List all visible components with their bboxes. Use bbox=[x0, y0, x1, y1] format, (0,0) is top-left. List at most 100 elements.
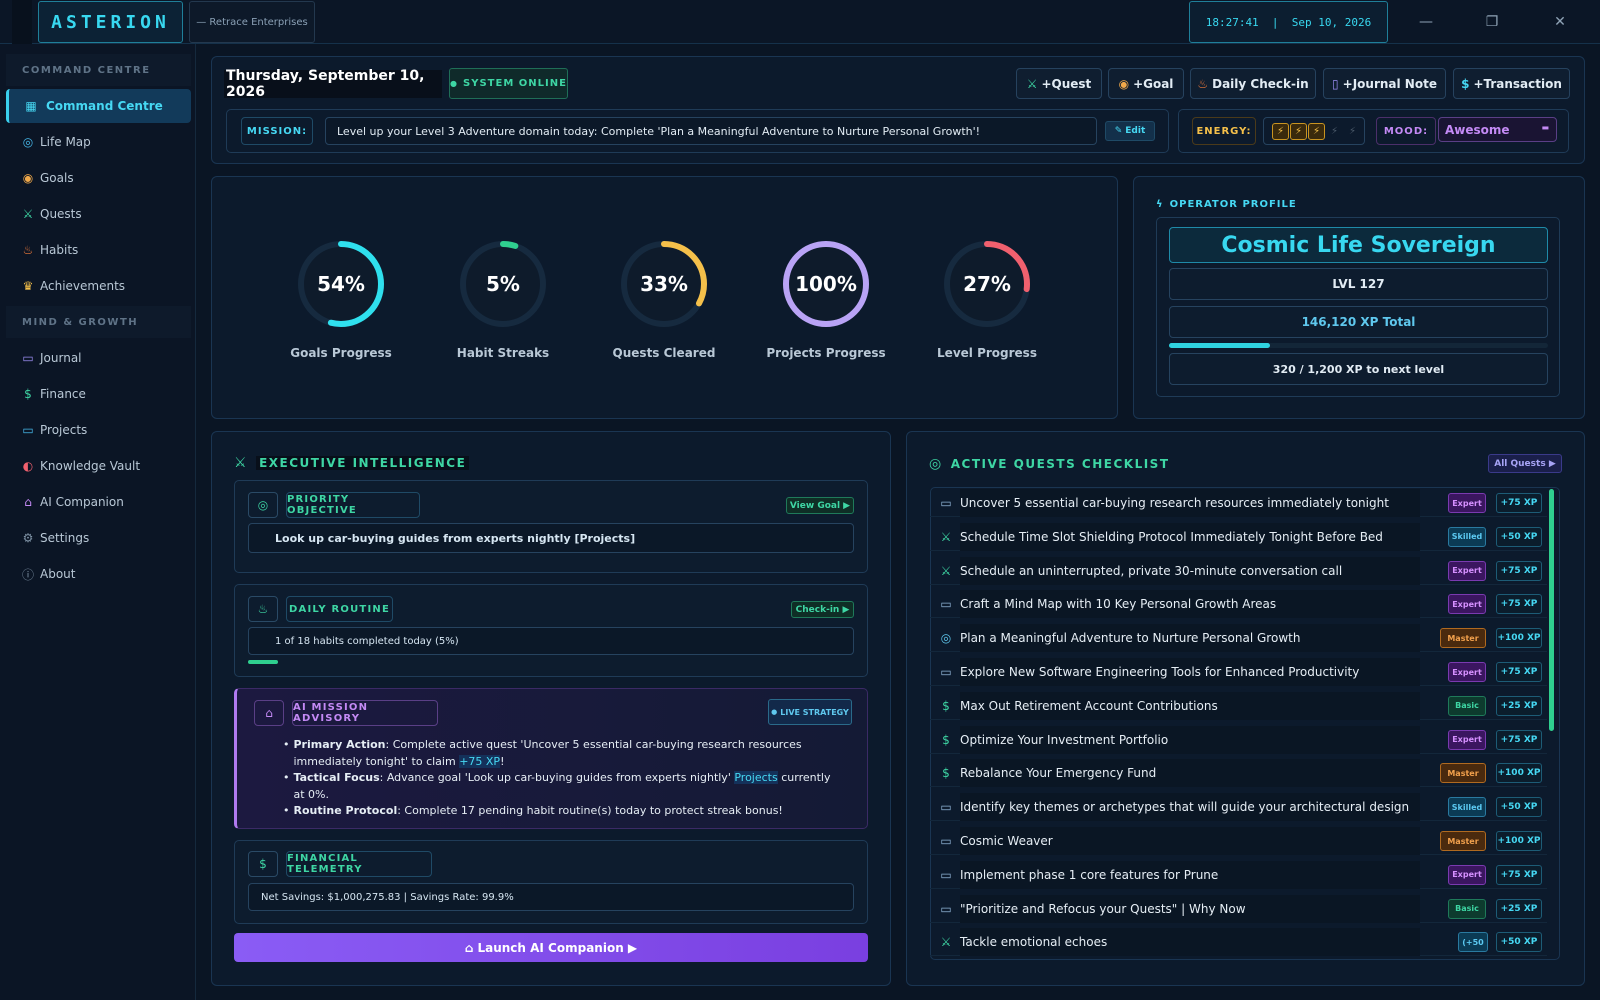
quest-row[interactable]: ◎ Plan a Meaningful Adventure to Nurture … bbox=[930, 624, 1547, 653]
dollar-icon: $ bbox=[942, 698, 950, 713]
quest-row[interactable]: ▭ Craft a Mind Map with 10 Key Personal G… bbox=[930, 590, 1547, 619]
swords-icon: ⚔ bbox=[940, 935, 952, 950]
energy-bolt-icon[interactable]: ⚡ bbox=[1326, 123, 1343, 140]
ring-value: 54% bbox=[317, 272, 365, 296]
ai-mission-advisory-label: AI MISSION ADVISORY bbox=[292, 700, 438, 726]
sidebar-item-achievements[interactable]: ♛ Achievements bbox=[6, 269, 191, 303]
bullet-end: ! bbox=[500, 754, 505, 768]
quest-row[interactable]: ▭ Implement phase 1 core features for Pru… bbox=[930, 860, 1547, 889]
advisory-bullet-2: • Tactical Focus: Advance goal 'Look up … bbox=[283, 770, 843, 803]
quest-title: Implement phase 1 core features for Prun… bbox=[960, 860, 1420, 889]
bolt-icon: ϟ bbox=[1156, 198, 1164, 210]
daily-routine-text: 1 of 18 habits completed today (5%) bbox=[248, 627, 854, 655]
sidebar-item-quests[interactable]: ⚔ Quests bbox=[6, 197, 191, 231]
bot-icon: ⌂ bbox=[24, 495, 32, 509]
quest-xp-badge: +25 XP bbox=[1496, 898, 1542, 919]
quest-difficulty-badge: Master bbox=[1440, 763, 1486, 784]
target-icon: ◎ bbox=[248, 492, 278, 518]
quest-row[interactable]: ⚔ Schedule Time Slot Shielding Protocol I… bbox=[930, 522, 1547, 551]
energy-bolt-icon[interactable]: ⚡ bbox=[1308, 123, 1325, 140]
quest-row[interactable]: ▭ Cosmic Weaver Master +100 XP bbox=[930, 827, 1547, 855]
quest-row[interactable]: ▭ Explore New Software Engineering Tools … bbox=[930, 658, 1547, 686]
quest-difficulty-badge: Basic bbox=[1448, 695, 1486, 716]
edit-mission-button[interactable]: ✎ Edit bbox=[1105, 121, 1155, 141]
sidebar-item-label: Habits bbox=[40, 243, 79, 257]
sidebar-item-habits[interactable]: ♨ Habits bbox=[6, 233, 191, 267]
quest-xp-badge: +50 XP bbox=[1496, 797, 1542, 818]
quest-xp-badge: +100 XP bbox=[1496, 763, 1542, 784]
sidebar-item-journal[interactable]: ▭ Journal bbox=[6, 341, 191, 375]
quest-row[interactable]: ⚔ Tackle emotional echoes (+50 +50 XP bbox=[930, 928, 1547, 957]
sidebar-item-projects[interactable]: ▭ Projects bbox=[6, 413, 191, 447]
sidebar-item-ai-companion[interactable]: ⌂ AI Companion bbox=[6, 485, 191, 519]
folder-icon: ▭ bbox=[22, 423, 34, 437]
book-icon: ▭ bbox=[22, 351, 34, 365]
executive-intelligence-heading: ⚔ EXECUTIVE INTELLIGENCE bbox=[234, 453, 470, 473]
add-goal-button[interactable]: ◉ +Goal bbox=[1108, 68, 1184, 99]
bullet-icon: • bbox=[283, 804, 290, 817]
quest-row[interactable]: ▭ Uncover 5 essential car-buying research… bbox=[930, 489, 1547, 517]
profile-heading-label: OPERATOR PROFILE bbox=[1169, 198, 1297, 210]
compass-icon: ◎ bbox=[22, 135, 34, 149]
add-transaction-button[interactable]: $ +Transaction bbox=[1453, 68, 1570, 99]
restore-icon[interactable]: ❐ bbox=[1480, 10, 1504, 34]
launch-ai-companion-button[interactable]: ⌂ Launch AI Companion ▶ bbox=[234, 933, 868, 962]
dollar-icon: $ bbox=[248, 851, 278, 877]
sidebar-item-label: Settings bbox=[40, 531, 90, 545]
folder-icon: ▭ bbox=[940, 597, 952, 612]
energy-bolt-icon[interactable]: ⚡ bbox=[1290, 123, 1307, 140]
quest-title: Identify key themes or archetypes that w… bbox=[960, 793, 1420, 822]
mood-select[interactable]: Awesome ▬ bbox=[1438, 117, 1557, 142]
swords-icon: ⚔ bbox=[22, 207, 34, 221]
mission-text[interactable]: Level up your Level 3 Adventure domain t… bbox=[325, 117, 1097, 145]
quest-difficulty-badge: Expert bbox=[1448, 560, 1486, 581]
quests-scrollbar[interactable] bbox=[1549, 489, 1554, 731]
quest-title: Tackle emotional echoes bbox=[960, 928, 1420, 957]
dollar-icon: $ bbox=[24, 387, 32, 401]
check-in-button[interactable]: Check-in ▶ bbox=[791, 601, 854, 618]
journal-note-button[interactable]: ▯ +Journal Note bbox=[1323, 68, 1446, 99]
folder-icon: ▭ bbox=[940, 800, 952, 815]
bullet-bold: Routine Protocol bbox=[293, 804, 398, 817]
all-quests-button[interactable]: All Quests ▶ bbox=[1488, 454, 1562, 473]
mission-label: MISSION: bbox=[241, 117, 313, 145]
sidebar-item-finance[interactable]: $ Finance bbox=[6, 377, 191, 411]
status-dot-icon: ● bbox=[450, 79, 459, 88]
close-icon[interactable]: ✕ bbox=[1548, 10, 1572, 34]
active-quests-heading: ◎ ACTIVE QUESTS CHECKLIST bbox=[929, 454, 1170, 474]
view-goal-button[interactable]: View Goal ▶ bbox=[786, 497, 854, 514]
quest-row[interactable]: ⚔ Schedule an uninterrupted, private 30-m… bbox=[930, 556, 1547, 585]
sidebar-item-life-map[interactable]: ◎ Life Map bbox=[6, 125, 191, 159]
bullet-bold: Tactical Focus bbox=[293, 771, 380, 784]
sidebar-item-settings[interactable]: ⚙ Settings bbox=[6, 521, 191, 555]
add-quest-button[interactable]: ⚔ +Quest bbox=[1016, 68, 1102, 99]
edit-icon: ✎ bbox=[1114, 126, 1123, 136]
energy-label: ENERGY: bbox=[1192, 117, 1256, 145]
quest-row[interactable]: $ Max Out Retirement Account Contribution… bbox=[930, 691, 1547, 720]
quest-title: Rebalance Your Emergency Fund bbox=[960, 759, 1420, 788]
advisory-bullets: • Primary Action: Complete active quest … bbox=[283, 737, 843, 820]
folder-icon: ▭ bbox=[940, 665, 952, 679]
mood-value: Awesome bbox=[1445, 122, 1510, 137]
live-strategy-label: LIVE STRATEGY bbox=[780, 707, 849, 717]
quest-row[interactable]: $ Rebalance Your Emergency Fund Master +100… bbox=[930, 759, 1547, 788]
sidebar-item-about[interactable]: ⓘ About bbox=[6, 557, 191, 591]
sidebar-item-command-centre[interactable]: ▦ Command Centre bbox=[6, 89, 191, 123]
xp-progress-fill bbox=[1169, 343, 1271, 348]
quest-row[interactable]: ▭ "Prioritize and Refocus your Quests" | … bbox=[930, 894, 1547, 923]
ring-label: Habit Streaks bbox=[456, 346, 550, 360]
minimize-icon[interactable]: — bbox=[1414, 10, 1438, 34]
brain-icon: ◐ bbox=[22, 459, 34, 473]
quest-row[interactable]: $ Optimize Your Investment Portfolio Exper… bbox=[930, 725, 1547, 754]
sidebar-item-goals[interactable]: ◉ Goals bbox=[6, 161, 191, 195]
system-status-label: SYSTEM ONLINE bbox=[463, 78, 567, 89]
daily-checkin-button[interactable]: ♨ Daily Check-in bbox=[1190, 68, 1316, 99]
energy-bolt-icon[interactable]: ⚡ bbox=[1344, 123, 1361, 140]
sidebar-item-knowledge-vault[interactable]: ◐ Knowledge Vault bbox=[6, 449, 191, 483]
compass-icon: ◎ bbox=[940, 631, 952, 646]
profile-level: LVL 127 bbox=[1169, 268, 1548, 300]
bullet-text: : Complete 17 pending habit routine(s) t… bbox=[397, 804, 783, 817]
quest-row[interactable]: ▭ Identify key themes or archetypes that … bbox=[930, 793, 1547, 822]
energy-bolt-icon[interactable]: ⚡ bbox=[1272, 123, 1289, 140]
quest-title: Optimize Your Investment Portfolio bbox=[960, 725, 1420, 754]
